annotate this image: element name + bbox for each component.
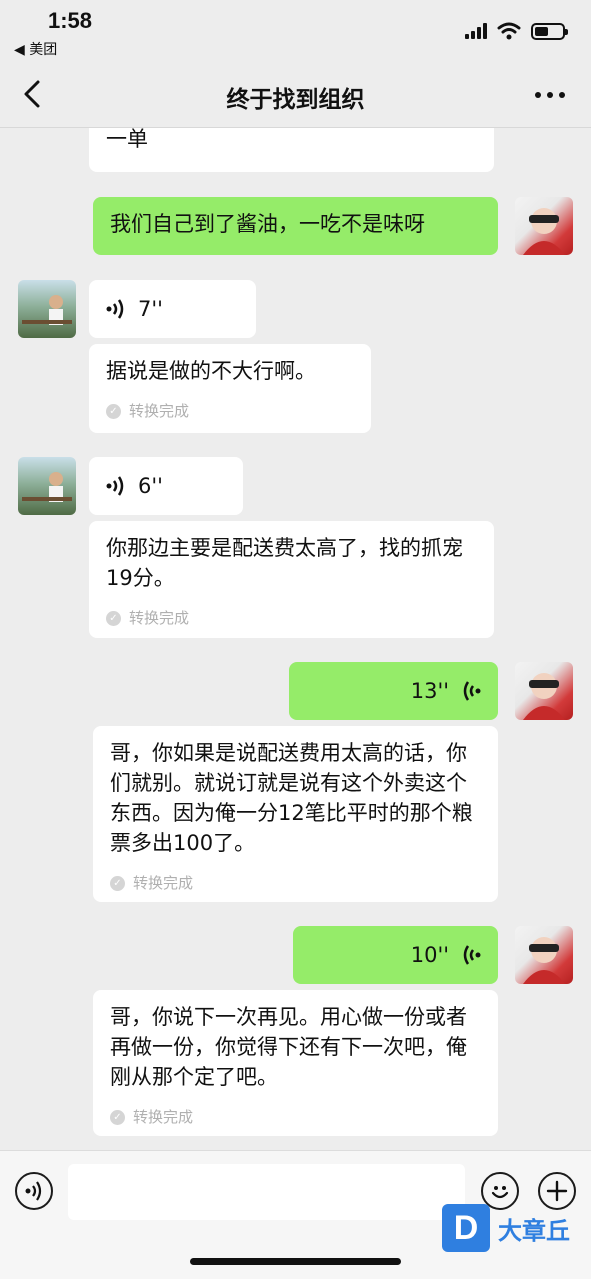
transcript-text: 据说是做的不大行啊。 — [106, 359, 316, 383]
chat-title: 终于找到组织 — [226, 87, 365, 113]
convert-status-text: 转换完成 — [133, 1108, 194, 1126]
convert-status: ✓ 转换完成 — [106, 396, 354, 426]
status-bar: 1:58 ◀ 美团 — [0, 0, 591, 62]
sent-text-message[interactable]: 我们自己到了酱油，一吃不是味呀 — [93, 197, 498, 255]
wifi-icon — [497, 22, 521, 40]
contact-avatar[interactable] — [18, 280, 76, 338]
message-list[interactable]: 一单 我们自己到了酱油，一吃不是味呀 7'' 据说是做的不大行啊。 ✓ 转换完成… — [0, 128, 591, 1150]
voice-duration: 7'' — [138, 297, 163, 321]
watermark-logo: D — [442, 1204, 490, 1252]
received-voice-message[interactable]: 7'' — [89, 280, 256, 338]
voice-duration: 13'' — [410, 679, 449, 703]
back-to-app-link[interactable]: ◀ 美团 — [14, 39, 57, 59]
voice-duration: 6'' — [138, 474, 163, 498]
watermark: D 大章丘 — [442, 1203, 587, 1253]
convert-status: ✓ 转换完成 — [106, 603, 477, 633]
voice-input-button[interactable] — [15, 1172, 53, 1210]
my-avatar[interactable] — [515, 662, 573, 720]
voice-transcript-message[interactable]: 哥，你如果是说配送费用太高的话，你们就别。就说订就是说有这个外卖这个东西。因为俺… — [93, 726, 498, 902]
transcript-text: 哥，你如果是说配送费用太高的话，你们就别。就说订就是说有这个外卖这个东西。因为俺… — [110, 741, 473, 855]
message-text: 我们自己到了酱油，一吃不是味呀 — [110, 212, 425, 236]
voice-wave-icon — [106, 476, 124, 496]
message-input[interactable] — [68, 1164, 465, 1220]
message-text: 一单 — [106, 128, 148, 151]
my-avatar[interactable] — [515, 926, 573, 984]
convert-status-text: 转换完成 — [129, 609, 190, 627]
voice-transcript-message[interactable]: 哥，你说下一次再见。用心做一份或者再做一份，你觉得下还有下一次吧，俺刚从那个定了… — [93, 990, 498, 1136]
transcript-text: 哥，你说下一次再见。用心做一份或者再做一份，你觉得下还有下一次吧，俺刚从那个定了… — [110, 1005, 467, 1089]
watermark-text: 大章丘 — [498, 1216, 570, 1245]
voice-transcript-message[interactable]: 你那边主要是配送费太高了，找的抓宠19分。 ✓ 转换完成 — [89, 521, 494, 638]
received-text-message[interactable]: 一单 — [89, 128, 494, 172]
convert-status-text: 转换完成 — [133, 874, 194, 892]
status-time: 1:58 — [48, 8, 93, 33]
check-icon: ✓ — [110, 875, 125, 891]
emoji-icon — [491, 1186, 509, 1199]
voice-input-icon — [25, 1181, 42, 1201]
check-icon: ✓ — [106, 403, 121, 419]
battery-icon — [531, 22, 568, 40]
my-avatar[interactable] — [515, 197, 573, 255]
voice-wave-icon — [106, 299, 124, 319]
convert-status: ✓ 转换完成 — [110, 868, 481, 898]
more-icon[interactable] — [535, 92, 565, 98]
sent-voice-message[interactable]: 13'' — [289, 662, 498, 720]
chat-header: 终于找到组织 — [0, 62, 591, 128]
voice-transcript-message[interactable]: 据说是做的不大行啊。 ✓ 转换完成 — [89, 344, 371, 433]
convert-status: ✓ 转换完成 — [110, 1102, 481, 1132]
received-voice-message[interactable]: 6'' — [89, 457, 243, 515]
voice-duration: 10'' — [410, 943, 449, 967]
sent-voice-message[interactable]: 10'' — [293, 926, 498, 984]
home-indicator[interactable] — [190, 1258, 401, 1265]
cellular-signal-icon — [465, 23, 487, 39]
voice-wave-icon — [463, 681, 481, 701]
plus-icon — [546, 1180, 568, 1202]
status-icons — [465, 22, 568, 40]
check-icon: ✓ — [106, 610, 121, 626]
voice-wave-icon — [463, 945, 481, 965]
convert-status-text: 转换完成 — [129, 402, 190, 420]
contact-avatar[interactable] — [18, 457, 76, 515]
check-icon: ✓ — [110, 1109, 125, 1125]
transcript-text: 你那边主要是配送费太高了，找的抓宠19分。 — [106, 536, 463, 590]
